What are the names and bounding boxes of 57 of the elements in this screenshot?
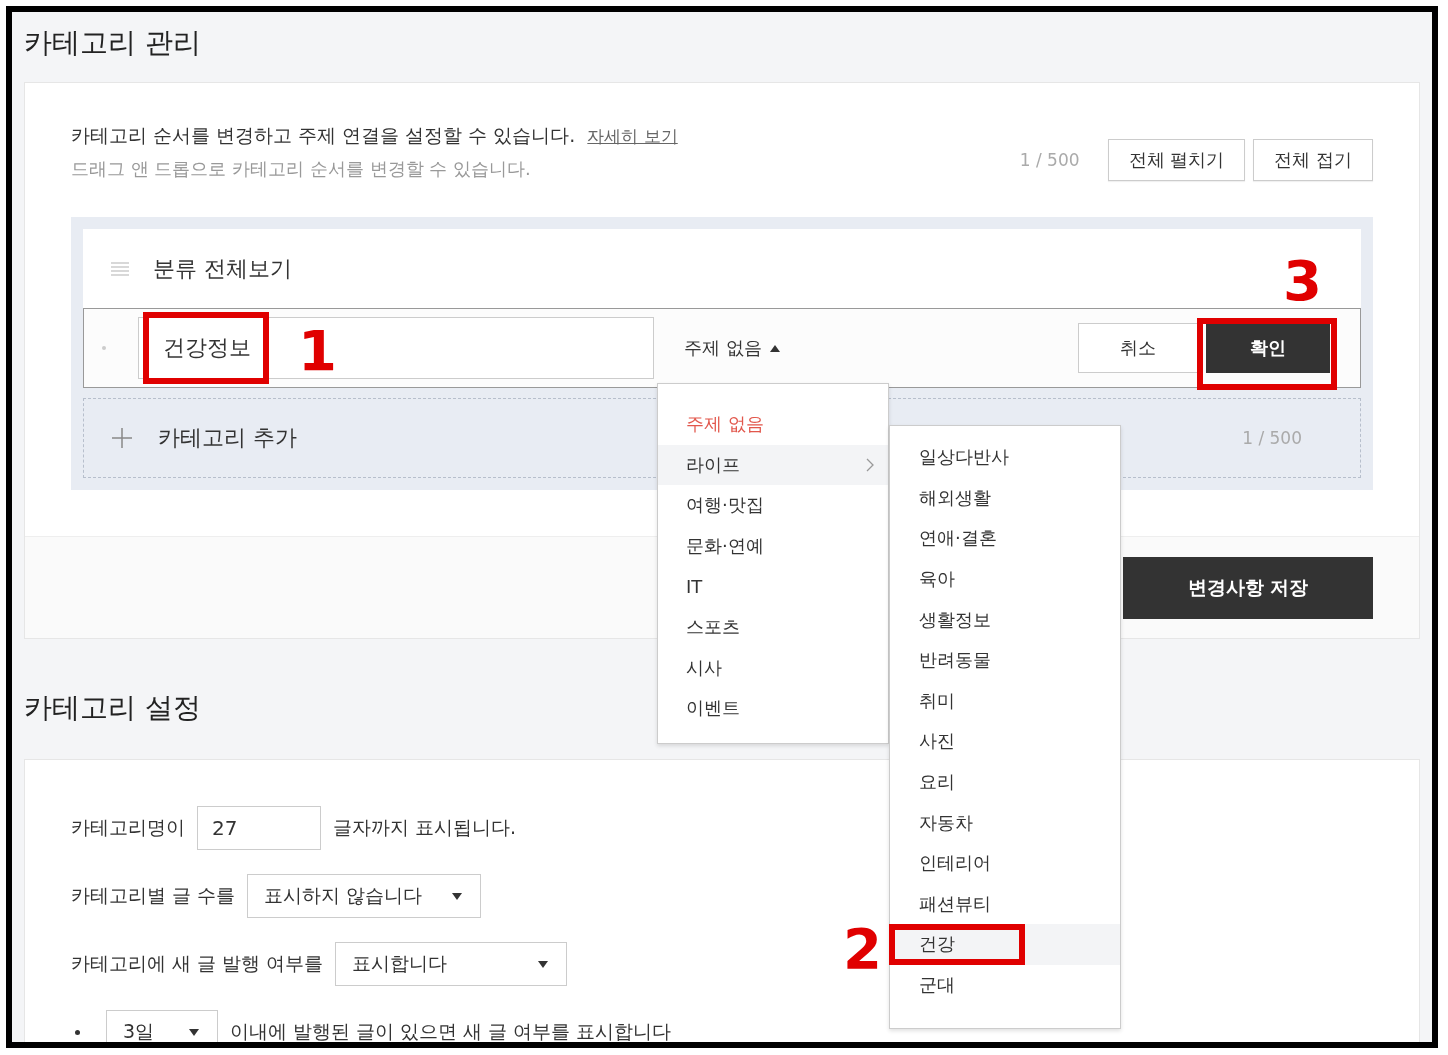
setting-label: 카테고리명이 [71, 815, 185, 840]
menu-item[interactable]: 이벤트 [658, 688, 888, 729]
menu-item[interactable]: 여행·맛집 [658, 485, 888, 526]
outline-button[interactable]: 전체 접기 [1253, 139, 1373, 181]
category-count: 1 / 500 [1242, 428, 1302, 448]
setting-label: 카테고리별 글 수를 [71, 883, 236, 908]
save-button[interactable]: 변경사항 저장 [1123, 556, 1373, 619]
section-title: 카테고리 설정 [23, 690, 201, 726]
caret-icon [538, 960, 549, 968]
chevron-right-icon [866, 457, 874, 472]
page-title: 카테고리 관리 [23, 25, 202, 61]
setting-label: 글자까지 표시됩니다. [333, 815, 517, 840]
step-number: 2 [843, 921, 882, 978]
dropdown[interactable]: 표시합니다 [335, 942, 568, 986]
category-name: 분류 전체보기 [153, 254, 292, 283]
caret-icon [769, 344, 780, 352]
category-count: 1 / 500 [1019, 150, 1080, 170]
description: 카테고리 순서를 변경하고 주제 연결을 설정할 수 있습니다. [71, 124, 576, 146]
menu-item[interactable]: 연애·결혼 [890, 518, 1120, 559]
drag-handle-icon[interactable] [111, 261, 129, 276]
menu-item[interactable]: 사진 [890, 721, 1120, 762]
caret-icon [452, 892, 463, 900]
menu-item[interactable]: 군대 [890, 964, 1120, 1006]
drag-dot-icon[interactable] [102, 346, 106, 350]
menu-item[interactable]: 해외생활 [890, 477, 1120, 519]
menu-item[interactable]: 주제 없음 [658, 404, 888, 445]
outline-button[interactable]: 전체 펼치기 [1107, 139, 1246, 181]
menu-item[interactable]: 스포츠 [658, 606, 888, 648]
menu-item[interactable]: 패션뷰티 [890, 883, 1120, 925]
menu-item[interactable]: 인테리어 [890, 842, 1120, 884]
menu-item[interactable]: 문화·연예 [658, 525, 888, 567]
menu-item[interactable]: 취미 [890, 680, 1120, 722]
caret-icon [189, 1028, 199, 1036]
menu-item[interactable]: 시사 [658, 647, 888, 689]
setting-label: 이내에 발행된 글이 있으면 새 글 여부를 표시합니다 [230, 1019, 672, 1042]
dropdown[interactable]: 표시하지 않습니다 [247, 874, 482, 918]
menu-item[interactable]: 생활정보 [890, 599, 1120, 640]
menu-item[interactable]: 자동차 [890, 802, 1120, 843]
step-number: 3 [1283, 253, 1322, 309]
bullet-icon [75, 1029, 80, 1035]
hint-text: 드래그 앤 드롭으로 카테고리 순서를 변경할 수 있습니다. [71, 157, 532, 181]
input-field[interactable]: 27 [197, 806, 321, 850]
menu-item[interactable]: 요리 [890, 761, 1120, 803]
setting-label: 카테고리에 새 글 발행 여부를 [71, 951, 324, 976]
menu-item[interactable]: IT [658, 566, 888, 607]
help-link[interactable]: 자세히 보기 [587, 126, 678, 146]
topic-toggle[interactable]: 주제 없음 [684, 336, 780, 360]
plus-icon [112, 428, 132, 448]
add-label: 카테고리 추가 [158, 424, 297, 452]
menu-item[interactable]: 일상다반사 [890, 437, 1120, 478]
menu-item[interactable]: 라이프 [658, 444, 888, 486]
cancel-button[interactable]: 취소 [1078, 323, 1198, 373]
menu-item[interactable]: 반려동물 [890, 639, 1120, 681]
step-number: 1 [298, 323, 337, 379]
dropdown[interactable]: 3일 [106, 1010, 218, 1042]
menu-item[interactable]: 육아 [890, 558, 1120, 600]
confirm-button[interactable]: 확인 [1206, 323, 1330, 373]
